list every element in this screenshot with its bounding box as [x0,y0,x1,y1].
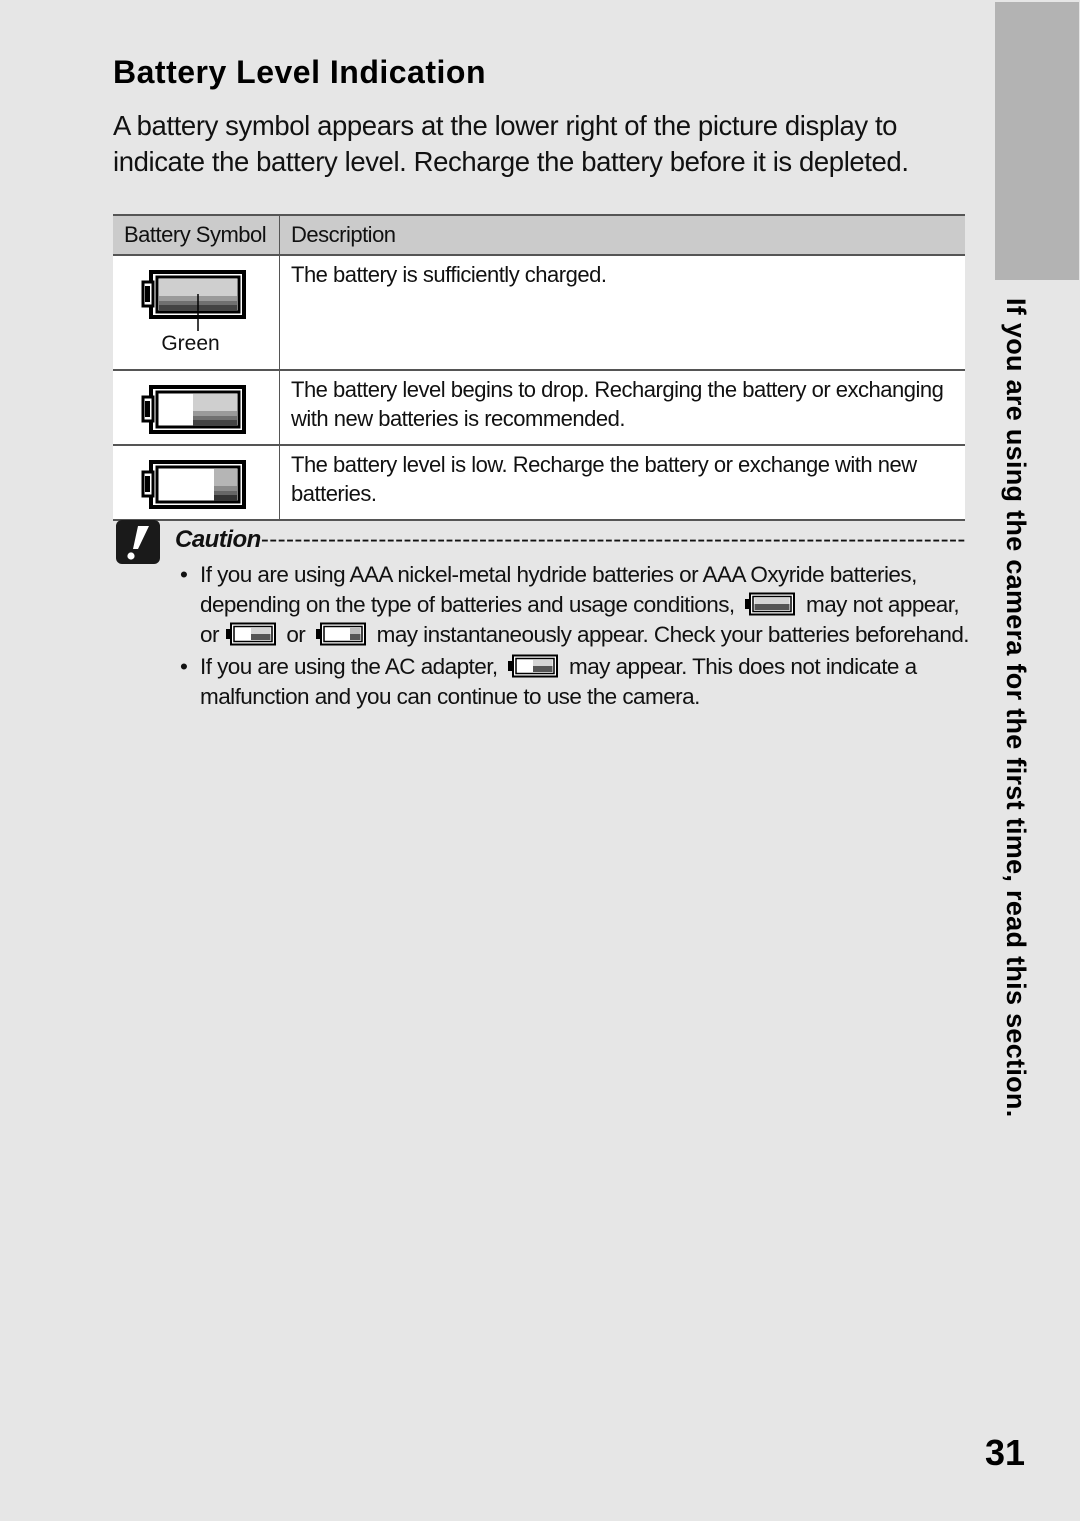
page-title: Battery Level Indication [113,54,486,90]
page-number: 31 [985,1432,1026,1473]
caution-text: If you are using the AC adapter, [200,654,498,679]
caution-text: may instantaneously appear. Check your b… [376,622,970,647]
bullet: • [180,654,188,679]
battery-symbol-table: Battery Symbol Description Green The bat… [113,214,965,521]
battery-low-small-icon [315,622,366,646]
description-cell: The battery level is low. Recharge the b… [279,445,965,521]
description-cell: The battery level begins to drop. Rechar… [279,370,965,446]
description-cell: The battery is sufficiently charged. [279,255,965,371]
table-row: Green The battery is sufficiently charge… [113,255,965,371]
symbol-cell [113,445,280,521]
symbol-cell [113,370,280,446]
table-row: The battery level begins to drop. Rechar… [113,370,965,446]
caution-heading: Caution---------------------------------… [175,526,965,556]
caution-divider: ----------------------------------------… [260,526,965,553]
caution-exclamation-icon [116,520,160,564]
table-row: The battery level is low. Recharge the b… [113,445,965,521]
intro-paragraph: A battery symbol appears at the lower ri… [113,110,909,177]
green-label: Green [161,332,220,355]
chapter-side-text: If you are using the camera for the firs… [1001,298,1031,1118]
battery-half-small-icon [225,622,276,646]
chapter-tab [995,2,1079,280]
bullet: • [180,562,188,587]
caution-item: • If you are using the AC adapter, may a… [180,652,970,712]
battery-half-icon [141,385,246,434]
header-battery-symbol: Battery Symbol [113,214,280,256]
header-description: Description [279,214,965,256]
symbol-cell: Green [113,255,280,371]
caution-label: Caution [175,526,261,553]
battery-low-icon [141,460,246,509]
battery-half-small-icon [508,654,559,678]
battery-full-small-icon [745,592,796,616]
caution-item: • If you are using AAA nickel-metal hydr… [180,560,970,650]
caution-text: or [286,622,306,647]
table-header-row: Battery Symbol Description [113,214,965,256]
caution-list: • If you are using AAA nickel-metal hydr… [180,560,970,714]
